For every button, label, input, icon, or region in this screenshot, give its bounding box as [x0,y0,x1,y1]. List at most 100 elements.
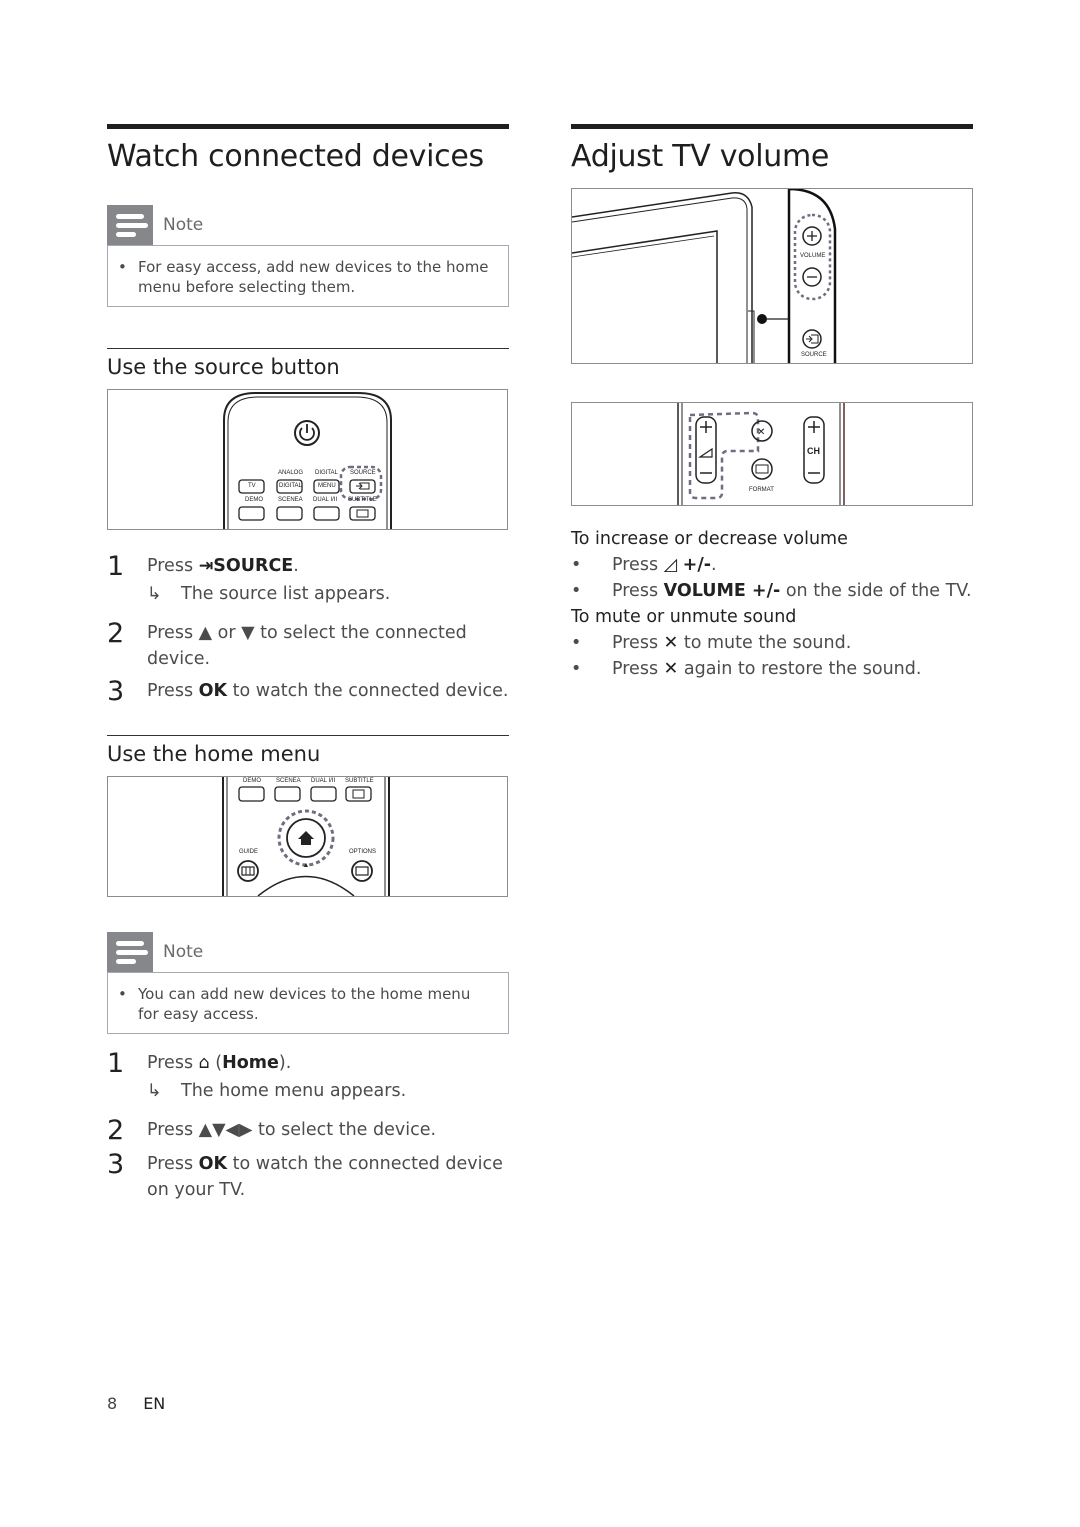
note-text: You can add new devices to the home menu… [138,985,471,1023]
step-text: Press [147,681,199,701]
note-box-1: Note • For easy access, add new devices t… [107,205,509,307]
section-home-menu: Use the home menu [107,735,509,766]
section-heading: Use the source button [107,355,340,379]
step-text: . [293,556,299,576]
note-icon [107,205,153,245]
label-ch: CH [807,446,820,456]
section-heading: Use the home menu [107,742,321,766]
label-subtitle: SUBTITLE [345,778,374,784]
step-text: Press ▲▼◀▶ to select the device. [147,1120,437,1140]
mute-icon: ✕ [663,633,679,653]
label-volume: VOLUME [800,253,826,259]
source-icon: ⇥ [198,556,214,576]
label-dual: DUAL I/II [313,497,338,503]
remote-volume-figure: ✕ CH FORMAT [571,402,973,506]
volume-instructions: To increase or decrease volume • Press ◿ … [571,526,991,682]
step-2: 2 Press ▲▼◀▶ to select the device. [107,1117,509,1145]
label-guide: GUIDE [239,849,259,855]
title-rule [107,124,509,129]
step-3: 3 Press OK to watch the connected device… [107,678,509,706]
step-text: ( [209,1053,223,1073]
step-text: Press [147,1154,199,1174]
remote-source-figure: ANALOG DIGITAL SOURCE TV DIGITAL MENU DE… [107,389,508,530]
step-text: ). [278,1053,292,1073]
remote-home-figure: DEMO SCENEA DUAL I/II SUBTITLE GUIDE OPT… [107,776,508,897]
label-digital-top: DIGITAL [315,470,338,476]
label-analog: ANALOG [278,470,304,476]
label-scenea: SCENEA [278,497,303,503]
label-source: SOURCE [801,352,827,358]
step-1-result: ↳ The source list appears. [107,581,509,607]
mute-heading: To mute or unmute sound [571,607,797,627]
remote-tv-button: TV [248,483,256,489]
step-number: 3 [107,676,125,707]
bullet-bold: VOLUME +/- [663,581,781,601]
page-number: 8 [107,1394,118,1413]
right-column: Adjust TV volume [571,124,973,177]
volume-icon: ◿ [663,555,683,575]
step-1: 1 Press ⇥SOURCE. [107,553,509,581]
increase-heading: To increase or decrease volume [571,529,848,549]
home-icon: ⌂ [198,1053,210,1073]
label-dual: DUAL I/II [311,778,336,784]
step-1-result: ↳ The home menu appears. [107,1078,509,1104]
bullet-item: • Press ✕ to mute the sound. [571,633,852,653]
steps-home: 1 Press ⌂ (Home). ↳ The home menu appears… [107,1050,509,1203]
step-bold: OK [198,1154,228,1174]
mute-icon: ✕ [663,659,679,679]
result-arrow-icon: ↳ [147,584,162,604]
svg-text:✕: ✕ [757,427,765,438]
bullet-item: • Press ◿ +/-. [571,555,717,575]
tv-side-figure: VOLUME SOURCE [571,187,973,364]
bullet-text: Press [612,581,664,601]
bullet-item: • Press ✕ again to restore the sound. [571,659,922,679]
step-text: Press [147,556,199,576]
result-text: The source list appears. [181,584,391,604]
remote-menu-button: MENU [318,483,336,489]
step-bold: OK [198,681,228,701]
result-text: The home menu appears. [181,1081,407,1101]
page-title-watch-connected-devices: Watch connected devices [107,139,484,174]
bullet-bold: +/- [682,555,711,575]
step-text: Press [147,1053,199,1073]
step-1: 1 Press ⌂ (Home). [107,1050,509,1078]
remote-digital-button: DIGITAL [279,483,302,489]
bullet-text: to mute the sound. [678,633,852,653]
label-demo: DEMO [245,497,263,503]
page-footer: 8 EN [107,1394,165,1413]
step-2: 2 Press ▲ or ▼ to select the connected d… [107,620,509,672]
step-bold: SOURCE [213,556,294,576]
bullet-item: • Press VOLUME +/- on the side of the TV. [571,581,972,601]
step-text: Press ▲ or ▼ to select the connected dev… [147,623,467,669]
steps-source: 1 Press ⇥SOURCE. ↳ The source list appear… [107,553,509,706]
section-source-button: Use the source button [107,348,509,379]
step-number: 3 [107,1149,125,1180]
step-3: 3 Press OK to watch the connected device… [107,1151,509,1203]
label-scenea: SCENEA [276,778,301,784]
bullet-text: Press [612,555,664,575]
tv-side-illustration [571,187,837,363]
label-source: SOURCE [350,470,376,476]
note-text: For easy access, add new devices to the … [138,258,489,296]
step-number: 2 [107,618,125,649]
result-arrow-icon: ↳ [147,1081,162,1101]
page-title-adjust-tv-volume: Adjust TV volume [571,139,830,174]
step-bold: Home [222,1053,279,1073]
remote-illustration [223,392,392,529]
bullet-text: again to restore the sound. [678,659,922,679]
step-number: 1 [107,551,125,582]
title-rule [571,124,973,129]
note-box-2: Note • You can add new devices to the hom… [107,932,509,1034]
bullet-text: . [710,555,717,575]
label-format: FORMAT [749,487,774,493]
bullet-text: Press [612,659,664,679]
note-label: Note [163,942,204,962]
language-code: EN [143,1394,166,1413]
label-demo: DEMO [243,778,261,784]
label-subtitle: SUBTITLE [348,497,377,503]
remote-illustration [222,777,390,897]
bullet-text: Press [612,633,664,653]
bullet-text: on the side of the TV. [780,581,972,601]
note-icon [107,932,153,972]
label-options: OPTIONS [349,849,377,855]
